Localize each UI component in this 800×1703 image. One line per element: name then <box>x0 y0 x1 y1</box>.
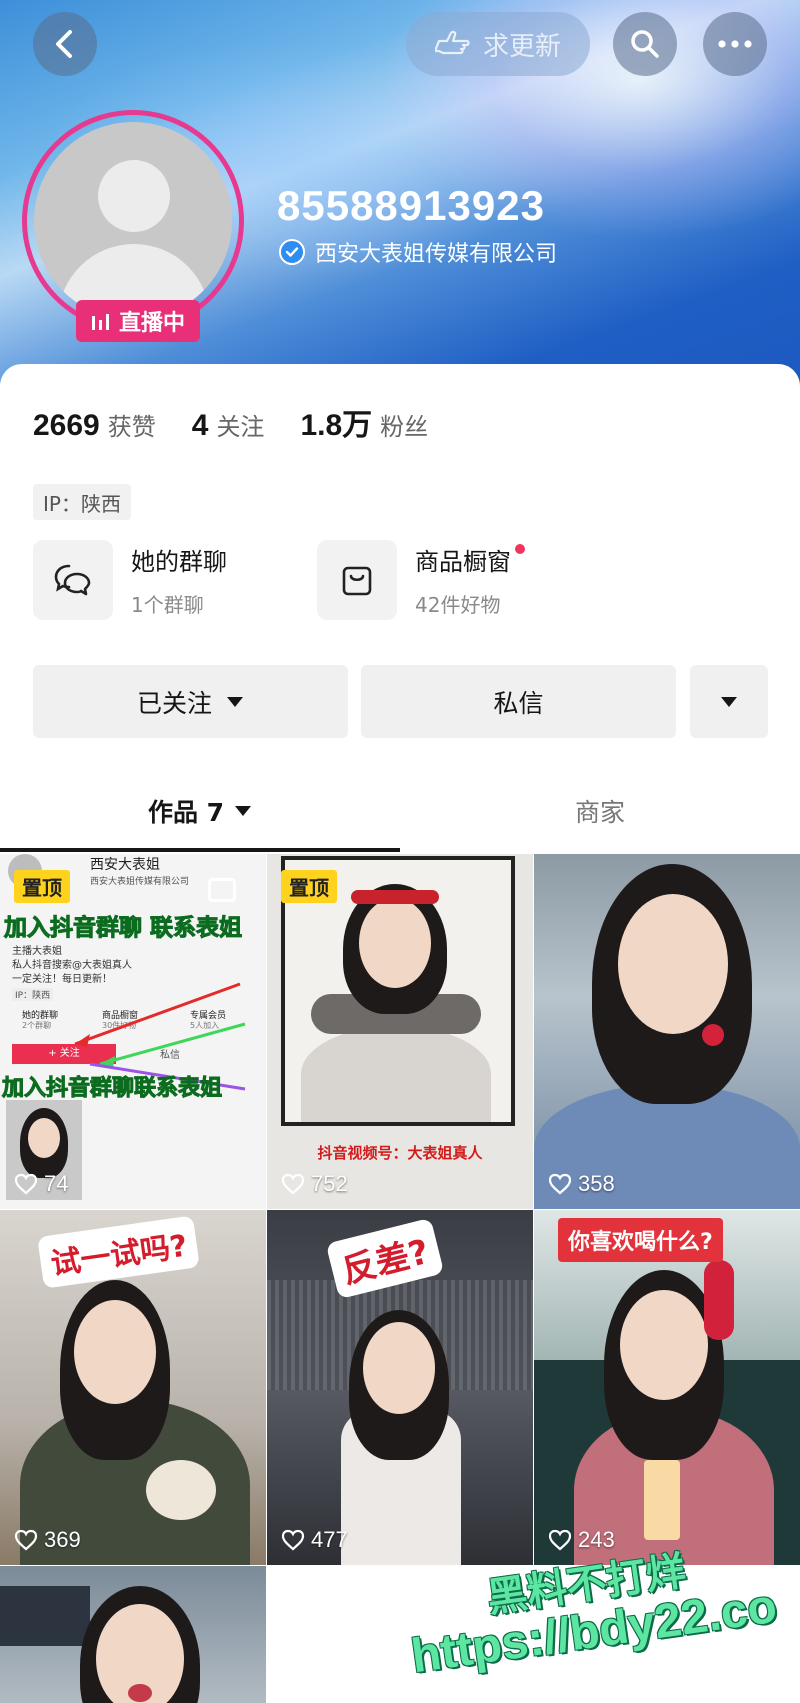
group-chat-title: 她的群聊 <box>131 548 227 576</box>
followed-button[interactable]: 已关注 <box>33 665 348 738</box>
video-likes: 477 <box>281 1527 348 1553</box>
back-button[interactable] <box>33 12 97 76</box>
tab-works-label: 作品 7 <box>147 798 225 827</box>
message-button[interactable]: 私信 <box>361 665 676 738</box>
more-button[interactable] <box>703 12 767 76</box>
company-name: 西安大表姐传媒有限公司 <box>315 242 558 267</box>
message-label: 私信 <box>493 688 544 718</box>
video-caption-bottom: 加入抖音群聊联系表姐 <box>1 1076 223 1102</box>
video-likes: 74 <box>14 1171 68 1197</box>
following-count[interactable]: 4 <box>192 409 209 443</box>
active-tab-indicator <box>0 848 400 852</box>
video-caption: 试一试吗? <box>37 1215 201 1289</box>
likes-label: 获赞 <box>107 413 156 441</box>
notification-dot <box>515 544 525 554</box>
profile-header: 求更新 直播中 85588913923 西安大表姐传媒有限公司 <box>0 0 800 400</box>
following-label[interactable]: 关注 <box>216 407 264 442</box>
video-caption-top: 加入抖音群聊 联系表姐 <box>3 915 243 942</box>
tab-merchant[interactable]: 商家 <box>400 770 800 852</box>
ip-location-tag: IP：陕西 <box>33 484 131 520</box>
caret-down-icon <box>227 696 243 707</box>
more-actions-dropdown[interactable] <box>690 665 768 738</box>
video-profile-company: 西安大表姐传媒有限公司 <box>90 877 190 887</box>
video-thumbnail[interactable]: 西安大表姐 西安大表姐传媒有限公司 加入抖音群聊 联系表姐 主播大表姐 私人抖音… <box>0 854 266 1209</box>
video-thumbnail[interactable]: 抖音视频号：大表姐真人 置顶 752 <box>267 854 533 1209</box>
group-chat-count: 1个群聊 <box>131 593 204 617</box>
video-caption: 你喜欢喝什么? <box>558 1218 723 1262</box>
heart-icon <box>14 1173 38 1195</box>
followers-count[interactable]: 1.8万 <box>300 400 372 444</box>
search-button[interactable] <box>613 12 677 76</box>
verified-icon <box>279 239 305 265</box>
group-chat-entry[interactable]: 她的群聊 1个群聊 <box>33 540 227 620</box>
shopping-bag-icon <box>317 540 397 620</box>
hand-point-icon <box>434 30 470 55</box>
video-thumbnail[interactable]: 358 <box>534 854 800 1209</box>
chat-bubbles-icon <box>33 540 113 620</box>
video-group-count: 2个群聊 <box>22 1021 52 1030</box>
shop-window-title: 商品橱窗 <box>415 542 525 577</box>
pinned-badge: 置顶 <box>14 870 70 903</box>
video-caption: 抖音视频号：大表姐真人 <box>317 1144 483 1162</box>
video-ip-tag: IP：陕西 <box>12 988 54 1001</box>
profile-tabs: 作品 7 商家 <box>0 770 800 852</box>
caret-down-icon <box>721 696 737 707</box>
shop-window-count: 42件好物 <box>415 593 501 617</box>
video-thumbnail[interactable]: 反差? 477 <box>267 1210 533 1565</box>
likes-count: 2669 <box>33 409 100 442</box>
live-badge[interactable]: 直播中 <box>76 300 200 342</box>
username: 85588913923 <box>277 182 545 229</box>
heart-icon <box>281 1529 305 1551</box>
pinned-badge: 置顶 <box>281 870 337 903</box>
request-update-label: 求更新 <box>482 31 561 62</box>
verified-company: 西安大表姐传媒有限公司 <box>279 236 557 268</box>
heart-icon <box>548 1173 572 1195</box>
live-label: 直播中 <box>118 311 185 336</box>
avatar <box>34 122 232 320</box>
live-bars-icon <box>91 314 109 330</box>
request-update-button[interactable]: 求更新 <box>406 12 590 76</box>
video-bio-line-1: 主播大表姐 <box>12 946 62 957</box>
video-profile-name: 西安大表姐 <box>90 857 160 873</box>
heart-icon <box>14 1529 38 1551</box>
profile-stats: 2669 获赞 4 关注 1.8万 粉丝 <box>33 400 456 444</box>
video-likes: 369 <box>14 1527 81 1553</box>
followed-label: 已关注 <box>136 688 212 718</box>
video-likes: 358 <box>548 1171 615 1197</box>
heart-icon <box>281 1173 305 1195</box>
avatar-live-ring[interactable] <box>22 110 244 332</box>
caret-down-icon <box>235 806 252 816</box>
tab-works[interactable]: 作品 7 <box>0 770 400 852</box>
chevron-left-icon <box>56 30 72 58</box>
video-thumbnail[interactable]: 试一试吗? 369 <box>0 1210 266 1565</box>
profile-page: 求更新 直播中 85588913923 西安大表姐传媒有限公司 2669 获赞 … <box>0 0 800 1703</box>
video-likes: 752 <box>281 1171 348 1197</box>
search-icon <box>631 30 659 58</box>
heart-icon <box>548 1529 572 1551</box>
shop-window-entry[interactable]: 商品橱窗 42件好物 <box>317 540 525 620</box>
followers-label[interactable]: 粉丝 <box>380 407 428 442</box>
more-dots-icon <box>718 40 752 48</box>
video-thumbnail[interactable] <box>0 1566 266 1703</box>
video-thumbnail[interactable]: 你喜欢喝什么? 243 <box>534 1210 800 1565</box>
